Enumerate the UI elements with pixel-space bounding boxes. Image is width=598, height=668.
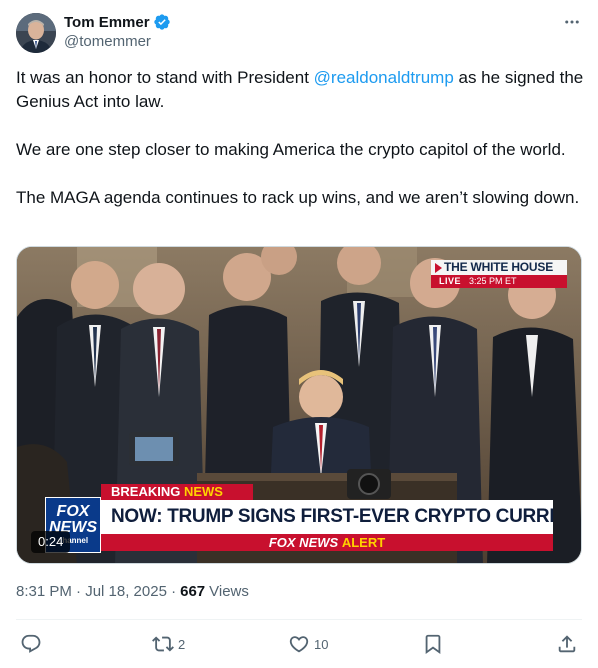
author-name-row: Tom Emmer [64, 12, 171, 32]
share-icon [556, 633, 578, 655]
author-handle[interactable]: @tomemmer [64, 33, 151, 50]
avatar[interactable] [16, 13, 56, 53]
breaking-news-label: BREAKING NEWS [101, 484, 253, 500]
live-badge: LIVE 3:25 PM ET [431, 275, 567, 288]
reply-button[interactable] [20, 632, 46, 656]
views-count: 667 [180, 583, 206, 600]
like-icon [288, 633, 310, 655]
video-player[interactable]: THE WHITE HOUSE LIVE 3:25 PM ET BREAKING… [16, 246, 582, 564]
tweet-paragraph: The MAGA agenda continues to rack up win… [16, 188, 580, 207]
video-duration: 0:24 [31, 531, 71, 553]
mention-link[interactable]: @realdonaldtrump [314, 68, 454, 87]
like-count: 10 [314, 636, 329, 652]
tweet-text: It was an honor to stand with President … [16, 66, 584, 210]
reply-icon [20, 633, 42, 655]
tweet-meta: 8:31 PM · Jul 18, 2025 · 667 Views [16, 582, 249, 602]
more-icon[interactable] [560, 12, 584, 32]
fox-news-alert: FOX NEWS ALERT [101, 534, 553, 551]
like-button[interactable]: 10 [288, 632, 328, 656]
retweet-count: 2 [178, 636, 186, 652]
white-house-bug: THE WHITE HOUSE LIVE 3:25 PM ET [431, 260, 567, 288]
verified-badge-icon [153, 13, 171, 31]
tweet-paragraph: We are one step closer to making America… [16, 140, 566, 159]
action-bar: 2 10 [16, 632, 582, 656]
news-headline: NOW: TRUMP SIGNS FIRST-EVER CRYPTO CURRE… [101, 500, 553, 534]
share-button[interactable] [556, 632, 578, 656]
author-display-name[interactable]: Tom Emmer [64, 14, 150, 31]
divider [16, 619, 582, 620]
retweet-button[interactable]: 2 [152, 632, 185, 656]
bookmark-button[interactable] [422, 632, 444, 656]
timestamp[interactable]: 8:31 PM · Jul 18, 2025 [16, 582, 167, 602]
white-house-title: THE WHITE HOUSE [431, 260, 567, 275]
retweet-icon [152, 633, 174, 655]
tweet: Tom Emmer @tomemmer It was an honor to s… [0, 0, 598, 668]
bookmark-icon [422, 633, 444, 655]
tweet-paragraph: It was an honor to stand with President … [16, 68, 584, 111]
views-label: Views [209, 583, 249, 600]
news-chyron: BREAKING NEWS FOX NEWS channel NOW: TRUM… [45, 484, 553, 553]
meta-separator: · [166, 583, 177, 600]
